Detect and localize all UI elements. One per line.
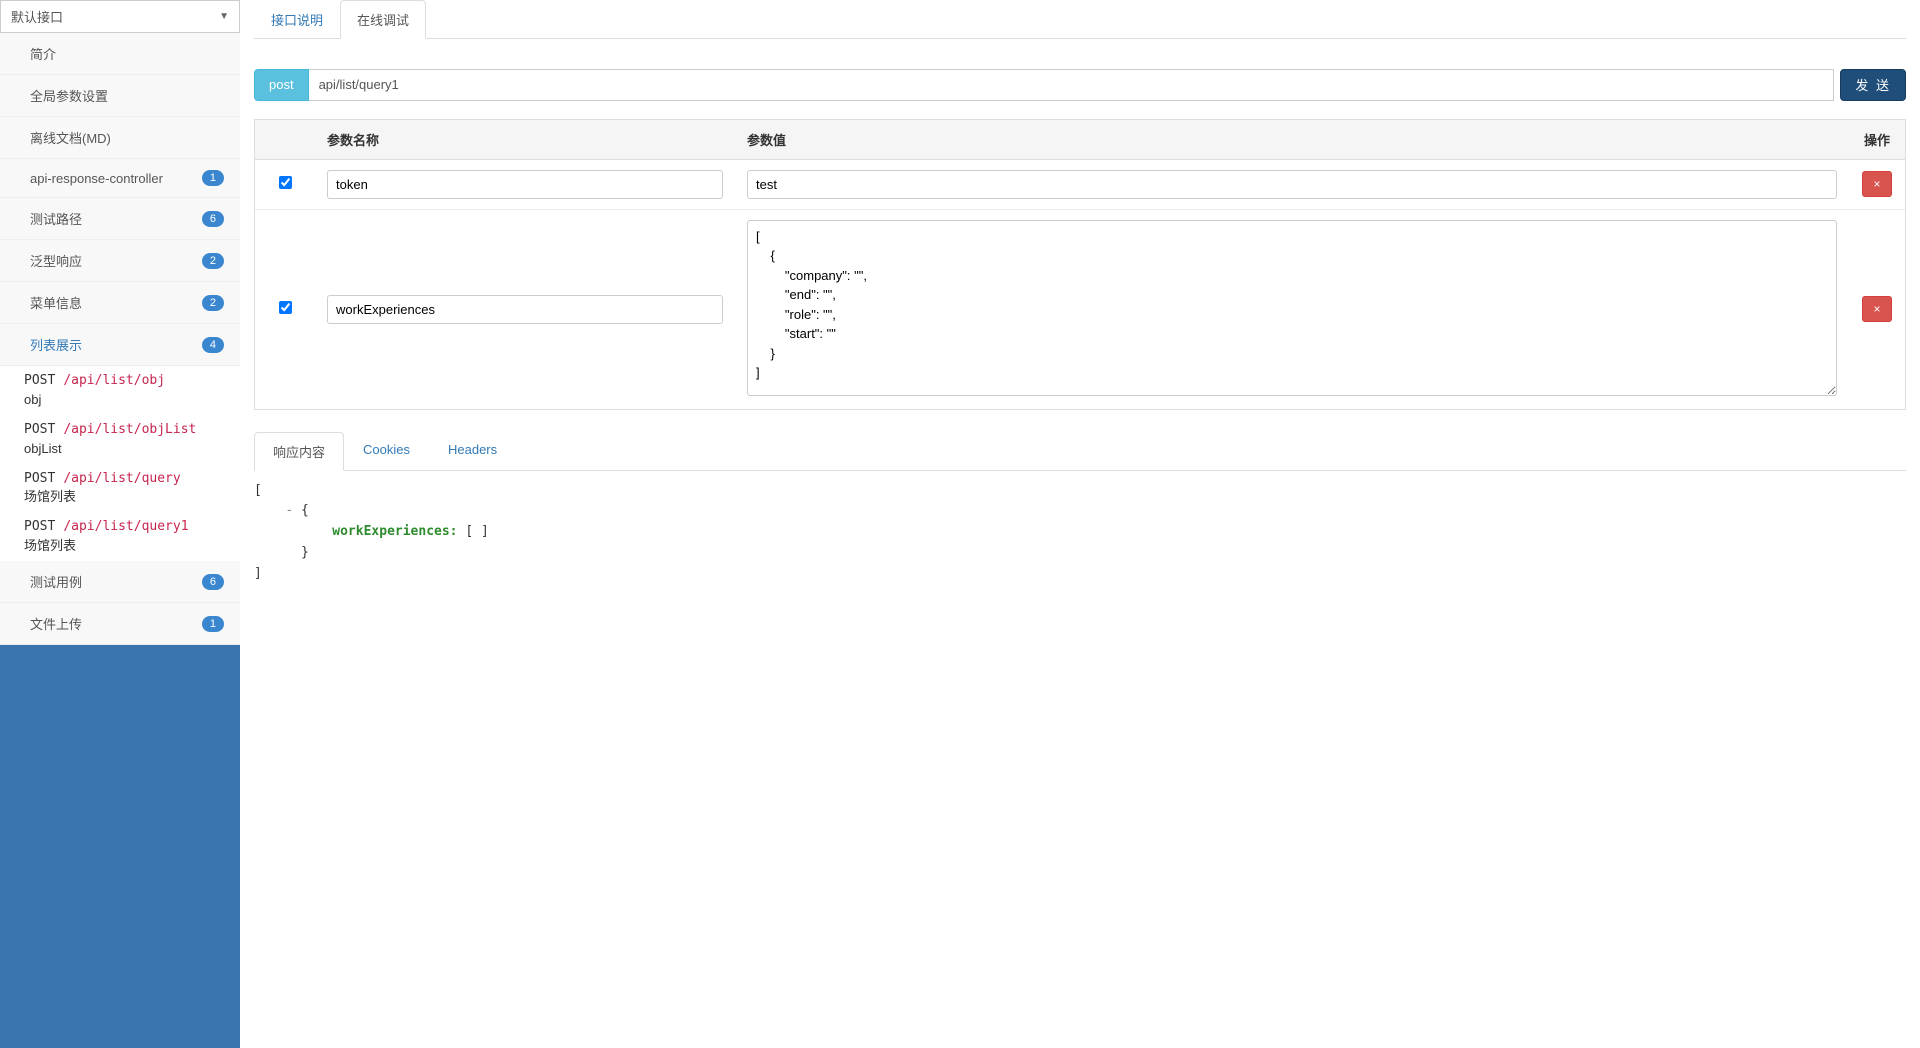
param-enabled-checkbox[interactable]	[279, 301, 292, 314]
response-tab-headers[interactable]: Headers	[429, 432, 516, 471]
sidebar-item-label: 列表展示	[30, 335, 82, 354]
subitem-desc: obj	[24, 390, 230, 409]
table-row: ×	[255, 210, 1905, 409]
response-tab-body[interactable]: 响应内容	[254, 432, 344, 471]
col-value-header: 参数值	[735, 120, 1849, 160]
subitem-method: POST	[24, 519, 55, 534]
sidebar-item-badge: 1	[202, 170, 224, 186]
subitem-method: POST	[24, 471, 55, 486]
main-panel: 接口说明 在线调试 post api/list/query1 发 送 参数名称 …	[240, 0, 1920, 1048]
subitem-method: POST	[24, 422, 55, 437]
sidebar-item[interactable]: api-response-controller 1	[0, 159, 240, 198]
sidebar-item-badge: 6	[202, 211, 224, 227]
tab-debug[interactable]: 在线调试	[340, 0, 426, 39]
sidebar-item-label: 简介	[30, 44, 56, 63]
param-value-input[interactable]	[747, 170, 1837, 199]
param-enabled-checkbox[interactable]	[279, 176, 292, 189]
interface-dropdown[interactable]: 默认接口 ▼	[0, 0, 240, 33]
sidebar-item-badge: 2	[202, 253, 224, 269]
sidebar-item-label: api-response-controller	[30, 171, 163, 186]
sidebar-subitem[interactable]: POST/api/list/query1 场馆列表	[0, 512, 240, 561]
sidebar-subitem[interactable]: POST/api/list/obj obj	[0, 366, 240, 415]
sidebar-item-label: 测试路径	[30, 209, 82, 228]
col-name-header: 参数名称	[315, 120, 735, 160]
subitem-path: /api/list/query	[63, 471, 180, 486]
sidebar-item[interactable]: 简介	[0, 33, 240, 75]
delete-row-button[interactable]: ×	[1862, 296, 1891, 322]
param-name-input[interactable]	[327, 295, 723, 324]
sidebar-item-label: 菜单信息	[30, 293, 82, 312]
chevron-down-icon: ▼	[219, 11, 229, 22]
tab-doc[interactable]: 接口说明	[254, 0, 340, 39]
sidebar-subitem[interactable]: POST/api/list/objList objList	[0, 415, 240, 464]
param-name-input[interactable]	[327, 170, 723, 199]
sidebar-item-badge: 1	[202, 616, 224, 632]
sidebar-item[interactable]: 全局参数设置	[0, 75, 240, 117]
response-tab-cookies[interactable]: Cookies	[344, 432, 429, 471]
json-key: workExperiences:	[332, 524, 457, 539]
sidebar-item-label: 文件上传	[30, 614, 82, 633]
sidebar-item[interactable]: 文件上传 1	[0, 603, 240, 645]
dropdown-label: 默认接口	[11, 7, 63, 26]
response-tabs: 响应内容 Cookies Headers	[254, 432, 1906, 471]
sidebar-item[interactable]: 泛型响应 2	[0, 240, 240, 282]
sidebar-item-label: 泛型响应	[30, 251, 82, 270]
col-check-header	[255, 120, 315, 160]
method-badge: post	[254, 69, 309, 101]
sidebar-item-badge: 2	[202, 295, 224, 311]
nav-list: 简介全局参数设置离线文档(MD) api-response-controller 1…	[0, 33, 240, 645]
params-table: 参数名称 参数值 操作 × ×	[254, 119, 1906, 410]
sidebar-item[interactable]: 离线文档(MD)	[0, 117, 240, 159]
sidebar-subitem[interactable]: POST/api/list/query场馆列表	[0, 464, 240, 513]
subitem-desc: 场馆列表	[24, 536, 230, 555]
subitem-desc: objList	[24, 439, 230, 458]
subitem-method: POST	[24, 373, 55, 388]
sidebar-fill	[0, 645, 240, 1048]
delete-row-button[interactable]: ×	[1862, 171, 1891, 197]
close-icon: ×	[1873, 302, 1880, 316]
sidebar-item-label: 离线文档(MD)	[30, 128, 111, 147]
sidebar: 默认接口 ▼ 简介全局参数设置离线文档(MD) api-response-cont…	[0, 0, 240, 1048]
param-value-input[interactable]	[747, 220, 1837, 396]
main-tabs: 接口说明 在线调试	[254, 0, 1906, 39]
sidebar-item-badge: 6	[202, 574, 224, 590]
url-bar: post api/list/query1 发 送	[254, 69, 1906, 101]
sidebar-item[interactable]: 测试路径 6	[0, 198, 240, 240]
col-op-header: 操作	[1849, 120, 1905, 160]
collapse-toggle-icon[interactable]: -	[285, 503, 293, 518]
sidebar-item-label: 测试用例	[30, 572, 82, 591]
response-body: [ - { workExperiences: [ ] } ]	[254, 471, 1906, 595]
sidebar-item[interactable]: 列表展示 4	[0, 324, 240, 366]
url-input[interactable]: api/list/query1	[309, 69, 1835, 101]
sidebar-sublist: POST/api/list/obj obj POST/api/list/objLis…	[0, 366, 240, 561]
sidebar-item[interactable]: 测试用例 6	[0, 561, 240, 603]
subitem-path: /api/list/objList	[63, 422, 196, 437]
subitem-desc: 场馆列表	[24, 487, 230, 506]
sidebar-item[interactable]: 菜单信息 2	[0, 282, 240, 324]
table-row: ×	[255, 160, 1905, 210]
subitem-path: /api/list/obj	[63, 373, 165, 388]
sidebar-item-label: 全局参数设置	[30, 86, 108, 105]
send-button[interactable]: 发 送	[1840, 69, 1906, 101]
close-icon: ×	[1873, 177, 1880, 191]
subitem-path: /api/list/query1	[63, 519, 188, 534]
sidebar-item-badge: 4	[202, 337, 224, 353]
